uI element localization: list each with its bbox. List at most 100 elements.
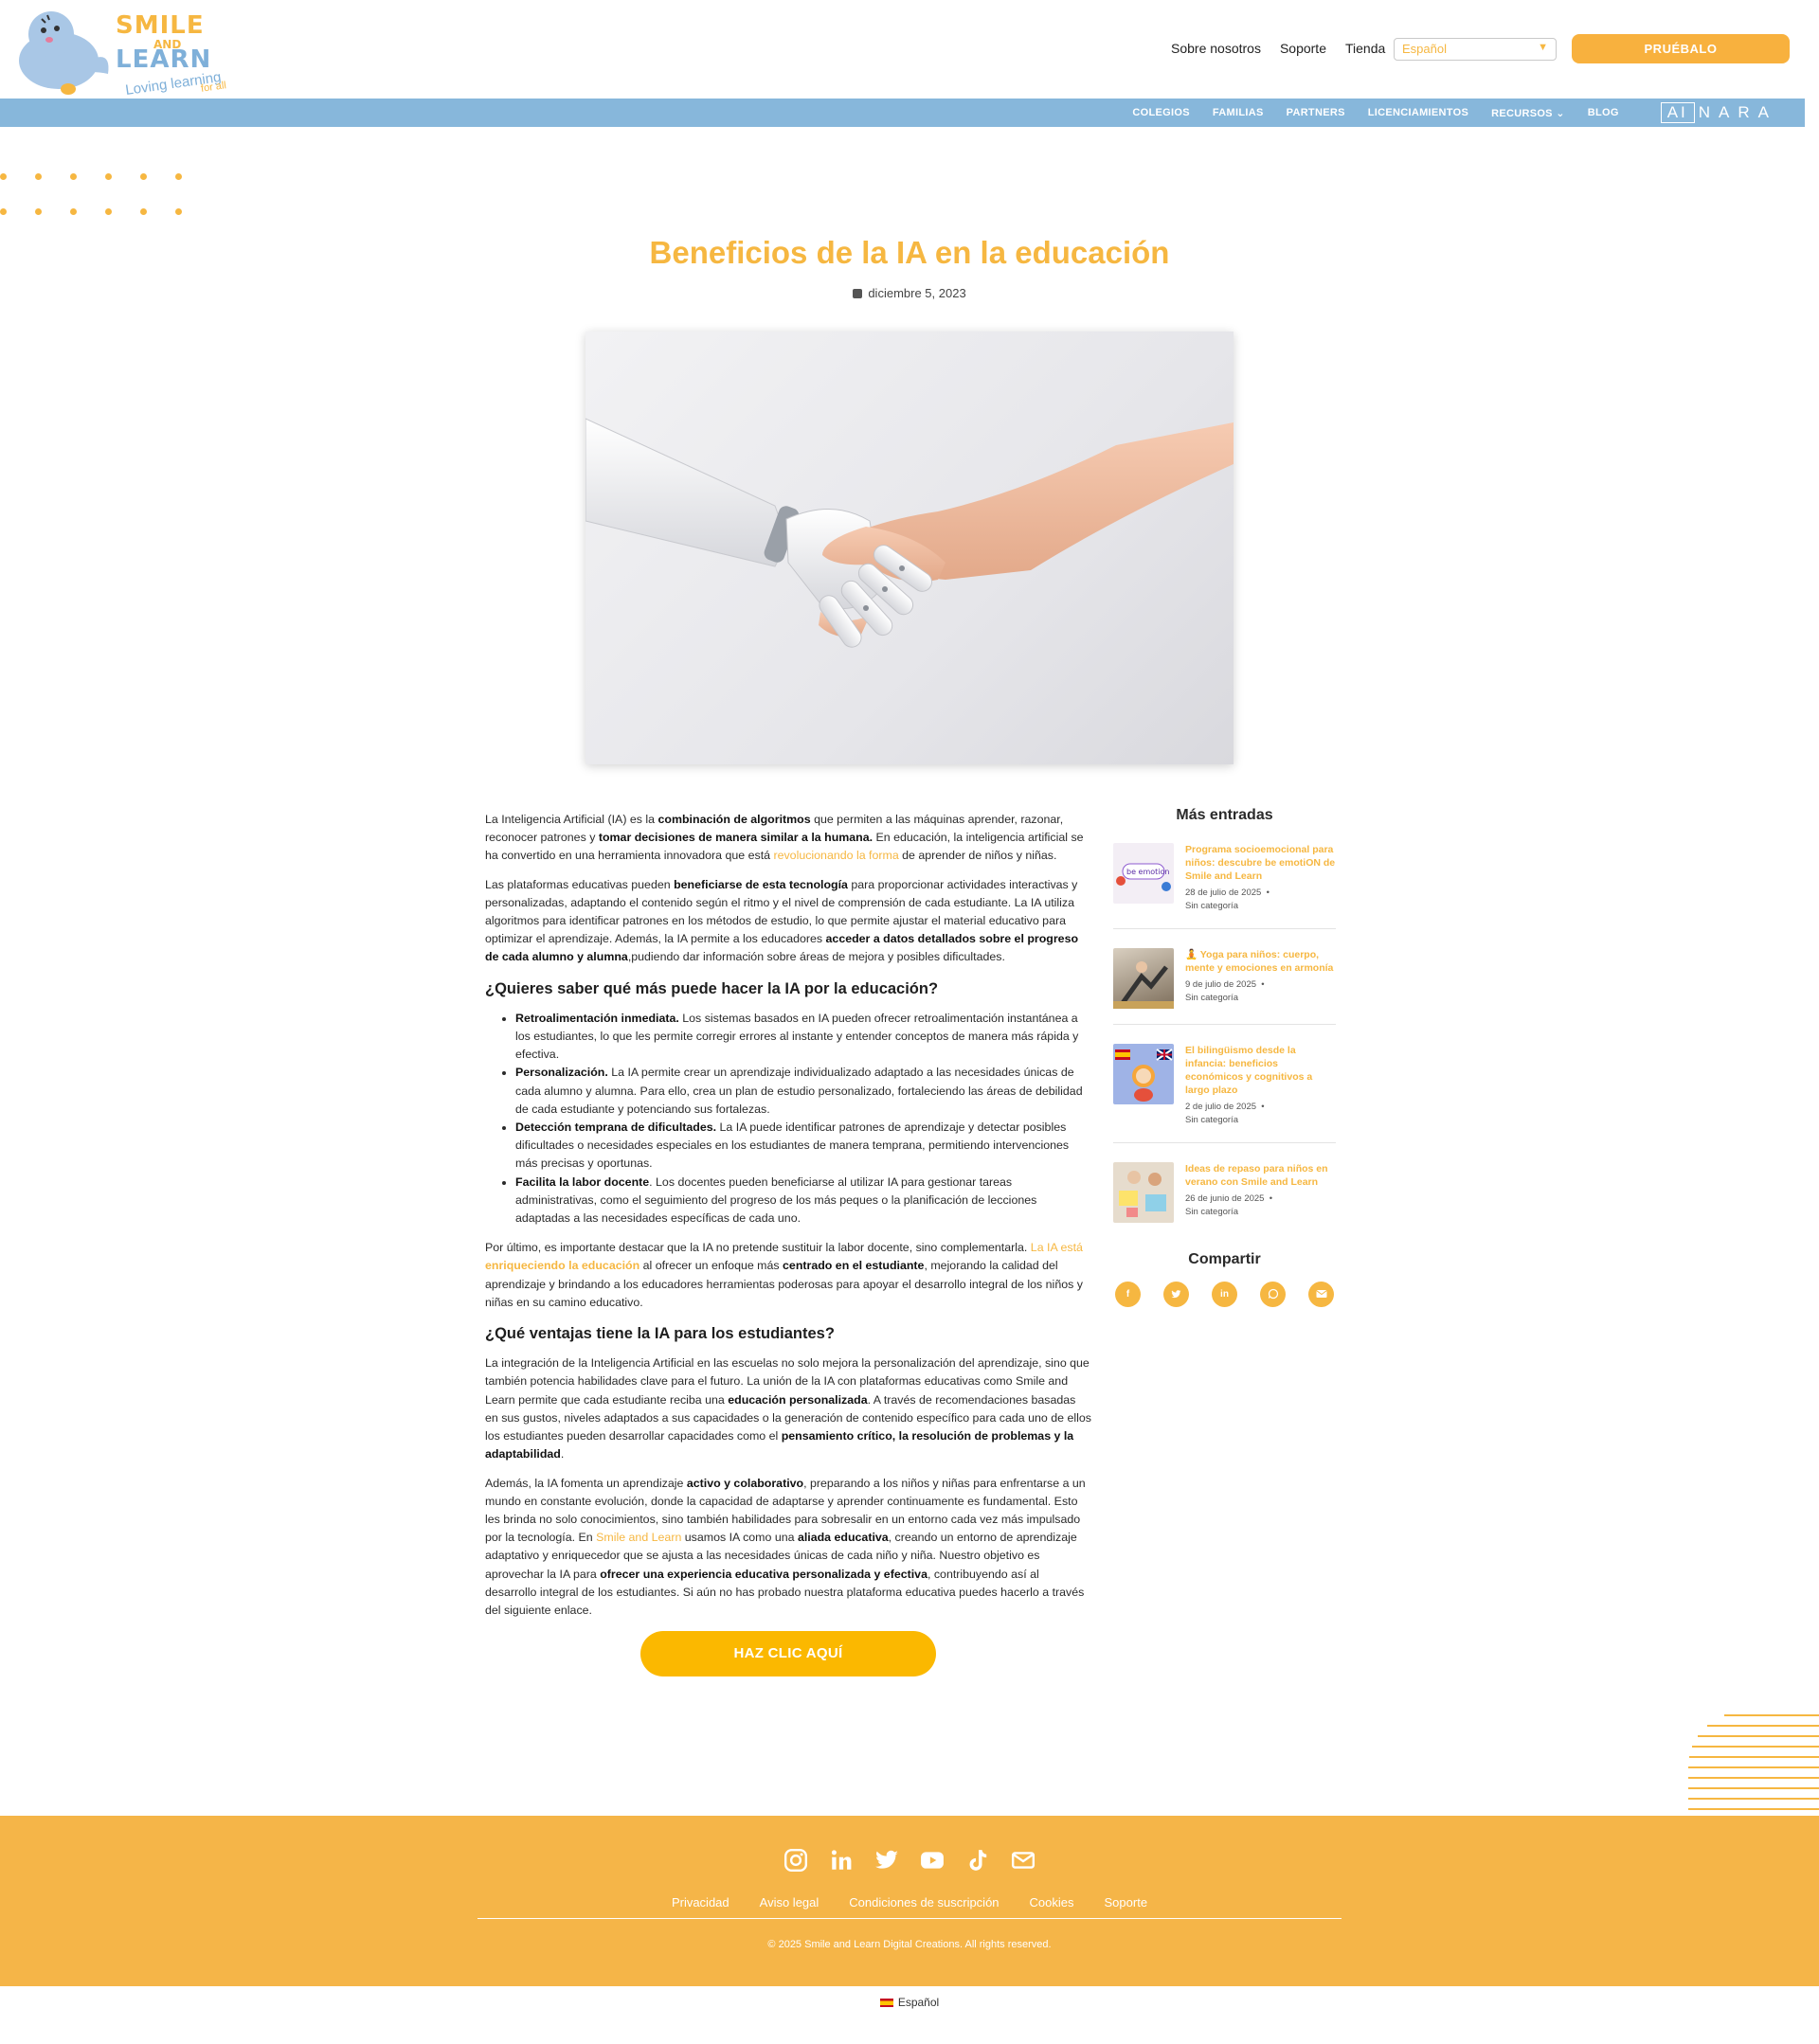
post-thumbnail[interactable] <box>1113 1162 1174 1223</box>
logo-word-smile: SMILE <box>116 11 205 40</box>
post-thumbnail[interactable] <box>1113 1044 1174 1104</box>
list-item: Facilita la labor docente. Los docentes … <box>515 1174 1091 1228</box>
chevron-down-icon: ⌄ <box>1556 107 1565 119</box>
sidebar-post-category: Sin categoría <box>1185 993 1238 1003</box>
post-thumbnail[interactable]: be emotion <box>1113 843 1174 904</box>
sidebar-post[interactable]: 🧘 Yoga para niños: cuerpo, mente y emoci… <box>1113 948 1336 1025</box>
sidebar-post-info: 🧘 Yoga para niños: cuerpo, mente y emoci… <box>1185 948 1336 1009</box>
share-buttons: f in <box>1113 1282 1336 1307</box>
sidebar-post[interactable]: be emotion Programa socioemocional para … <box>1113 843 1336 929</box>
sidebar-post-title[interactable]: 🧘 Yoga para niños: cuerpo, mente y emoci… <box>1185 948 1336 975</box>
tiktok-icon[interactable] <box>965 1848 990 1877</box>
nav-item-families[interactable]: FAMILIAS <box>1213 107 1264 118</box>
bold-text: pensamiento crítico, la resolución de pr… <box>485 1429 1074 1461</box>
nav-item-resources[interactable]: RECURSOS ⌄ <box>1491 107 1565 119</box>
footer-link-legal[interactable]: Aviso legal <box>760 1895 819 1910</box>
language-switcher-label: Español <box>897 1996 940 2009</box>
ainara-logo[interactable]: AI NARA <box>1660 102 1777 123</box>
site-logo[interactable]: SMILE AND LEARN Loving learning for all <box>9 6 237 99</box>
bold-text: beneficiarse de esta tecnología <box>674 877 848 891</box>
svg-text:be emotion: be emotion <box>1126 868 1169 876</box>
inline-link[interactable]: La IA está <box>1031 1241 1083 1254</box>
inline-link[interactable]: enriqueciendo la educación <box>485 1259 639 1272</box>
hero-image <box>585 332 1234 764</box>
benefits-list: Retroalimentación inmediata. Los sistema… <box>485 1010 1091 1228</box>
click-here-button[interactable]: HAZ CLIC AQUÍ <box>640 1631 936 1677</box>
email-icon[interactable] <box>1011 1848 1036 1877</box>
article-paragraph-4: La integración de la Inteligencia Artifi… <box>485 1356 1091 1461</box>
bold-text: Facilita la labor docente <box>515 1174 650 1189</box>
footer-links: Privacidad Aviso legal Condiciones de su… <box>0 1895 1819 1910</box>
calendar-icon <box>853 289 863 298</box>
article-paragraph-5: Además, la IA fomenta un aprendizaje act… <box>485 1476 1086 1617</box>
sidebar-post-date: 26 de junio de 2025 • <box>1185 1193 1273 1204</box>
ainara-logo-ai: AI <box>1660 102 1695 123</box>
twitter-icon[interactable] <box>1163 1282 1189 1307</box>
article-paragraph-1: La Inteligencia Artificial (IA) es la co… <box>485 813 1084 863</box>
spain-flag-icon <box>879 1999 893 2007</box>
nav-item-schools[interactable]: COLEGIOS <box>1132 107 1189 118</box>
nav-item-licensing[interactable]: LICENCIAMIENTOS <box>1368 107 1468 118</box>
linkedin-icon[interactable]: in <box>1212 1282 1237 1307</box>
linkedin-icon[interactable] <box>829 1848 854 1877</box>
sidebar-post-title[interactable]: El bilingüismo desde la infancia: benefi… <box>1185 1044 1336 1097</box>
sidebar-post-title[interactable]: Ideas de repaso para niños en verano con… <box>1185 1162 1336 1189</box>
site-header: SMILE AND LEARN Loving learning for all … <box>0 0 1819 99</box>
nav-item-resources-label: RECURSOS <box>1491 107 1553 119</box>
language-select-value: Español <box>1402 42 1447 56</box>
youtube-icon[interactable] <box>920 1848 945 1877</box>
sidebar-post-category: Sin categoría <box>1185 901 1238 911</box>
bold-text: Retroalimentación inmediata. <box>515 1011 679 1025</box>
footer-link-support[interactable]: Soporte <box>1105 1895 1148 1910</box>
article-heading-2: ¿Qué ventajas tiene la IA para los estud… <box>485 1325 835 1343</box>
footer-divider <box>477 1918 1342 1919</box>
sidebar-post-title[interactable]: Programa socioemocional para niños: desc… <box>1185 843 1336 883</box>
try-it-button[interactable]: PRUÉBALO <box>1572 34 1790 63</box>
seal-mascot-icon <box>19 11 109 95</box>
footer-link-terms[interactable]: Condiciones de suscripción <box>849 1895 999 1910</box>
footer-link-privacy[interactable]: Privacidad <box>672 1895 729 1910</box>
post-date: diciembre 5, 2023 <box>0 286 1819 300</box>
site-footer: Privacidad Aviso legal Condiciones de su… <box>0 1816 1819 1986</box>
nav-link-support[interactable]: Soporte <box>1280 41 1326 56</box>
post-thumbnail[interactable] <box>1113 948 1174 1009</box>
main-nav: COLEGIOS FAMILIAS PARTNERS LICENCIAMIENT… <box>1132 99 1777 127</box>
language-switcher[interactable]: Español <box>0 1996 1819 2009</box>
sidebar-post-info: Ideas de repaso para niños en verano con… <box>1185 1162 1336 1223</box>
sidebar-post[interactable]: El bilingüismo desde la infancia: benefi… <box>1113 1044 1336 1143</box>
sidebar-post[interactable]: Ideas de repaso para niños en verano con… <box>1113 1162 1336 1238</box>
chevron-down-icon: ▼ <box>1538 42 1548 53</box>
sidebar-post-date-text: 26 de junio de 2025 <box>1185 1193 1265 1204</box>
more-posts-title: Más entradas <box>1176 807 1273 823</box>
language-select[interactable]: Español ▼ <box>1394 38 1557 61</box>
facebook-icon[interactable]: f <box>1115 1282 1141 1307</box>
post-title: Beneficios de la IA en la educación <box>649 235 1170 270</box>
bold-text: educación personalizada <box>728 1392 868 1407</box>
whatsapp-icon[interactable] <box>1260 1282 1286 1307</box>
top-nav: Sobre nosotros Soporte Tienda <box>1171 41 1385 56</box>
footer-link-cookies[interactable]: Cookies <box>1030 1895 1074 1910</box>
bold-text: ofrecer una experiencia educativa person… <box>600 1567 928 1581</box>
nav-link-about[interactable]: Sobre nosotros <box>1171 41 1261 56</box>
list-item: Personalización. La IA permite crear un … <box>515 1064 1091 1119</box>
copyright: © 2025 Smile and Learn Digital Creations… <box>767 1939 1052 1950</box>
twitter-icon[interactable] <box>874 1848 899 1877</box>
bold-text: aliada educativa <box>797 1531 889 1545</box>
nav-link-store[interactable]: Tienda <box>1345 41 1385 56</box>
inline-link[interactable]: revolucionando la forma <box>773 849 898 862</box>
sidebar-post-date-text: 28 de julio de 2025 <box>1185 888 1262 898</box>
sidebar-post-category: Sin categoría <box>1185 1115 1238 1125</box>
sidebar-post-date-text: 9 de julio de 2025 <box>1185 979 1257 990</box>
nav-item-blog[interactable]: BLOG <box>1588 107 1619 118</box>
bold-text: tomar decisiones de manera similar a la … <box>598 831 873 845</box>
nav-item-partners[interactable]: PARTNERS <box>1287 107 1345 118</box>
inline-link[interactable]: Smile and Learn <box>596 1531 681 1544</box>
post-content: La Inteligencia Artificial (IA) es la co… <box>485 811 1091 1677</box>
main-nav-bar: COLEGIOS FAMILIAS PARTNERS LICENCIAMIENT… <box>0 99 1805 127</box>
ainara-logo-nara: NARA <box>1698 103 1777 121</box>
instagram-icon[interactable] <box>783 1848 808 1877</box>
email-icon[interactable] <box>1308 1282 1334 1307</box>
bold-text: Detección temprana de dificultades. <box>515 1121 717 1135</box>
robot-human-handshake-image <box>585 418 1234 648</box>
post-date-text: diciembre 5, 2023 <box>868 286 966 300</box>
